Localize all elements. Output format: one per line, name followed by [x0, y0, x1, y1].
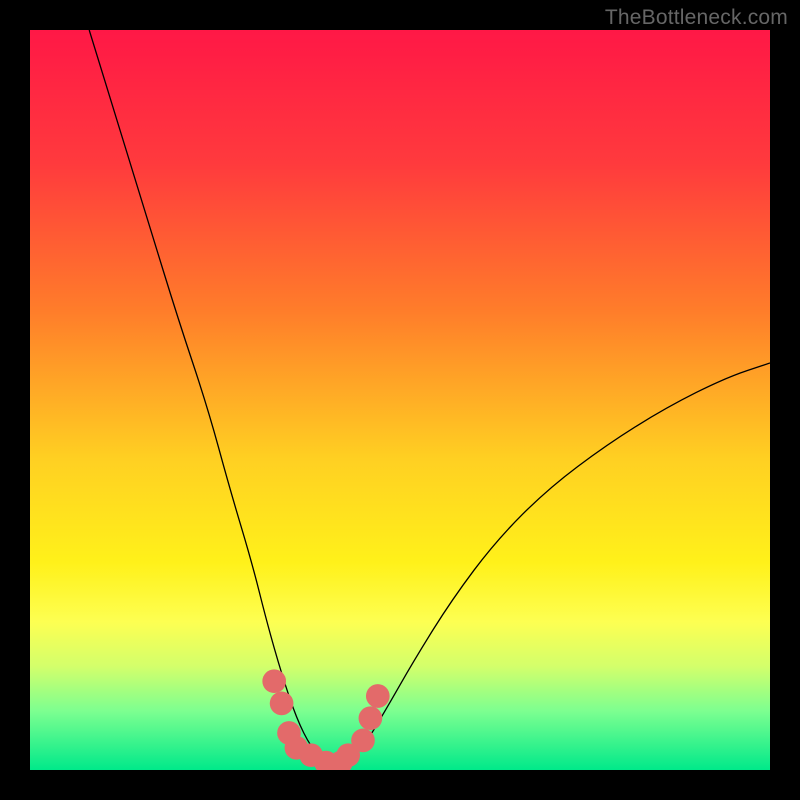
- curve-layer: [30, 30, 770, 770]
- marker-dot: [262, 669, 286, 693]
- bottleneck-curve: [89, 30, 770, 763]
- marker-dot: [366, 684, 390, 708]
- marker-dot: [351, 729, 375, 753]
- target-cluster: [262, 669, 389, 770]
- watermark-text: TheBottleneck.com: [605, 6, 788, 30]
- chart-frame: TheBottleneck.com: [0, 0, 800, 800]
- marker-dot: [270, 692, 294, 716]
- plot-area: [30, 30, 770, 770]
- marker-dot: [359, 706, 383, 730]
